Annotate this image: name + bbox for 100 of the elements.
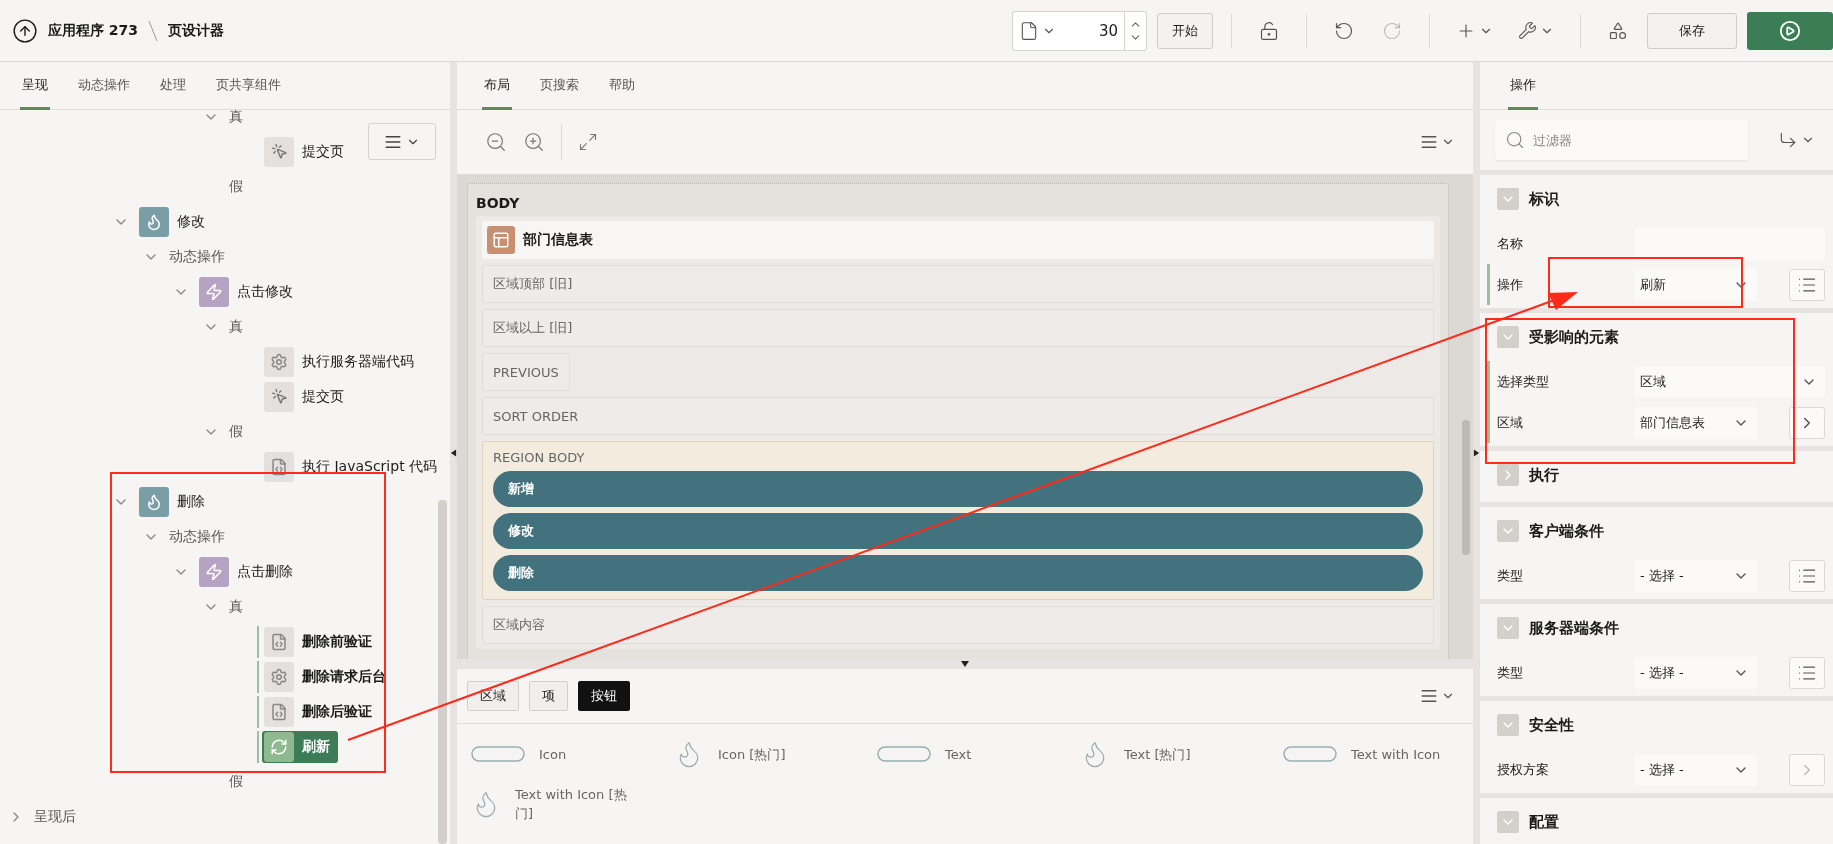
- section-toggle[interactable]: [1497, 617, 1519, 639]
- tab[interactable]: 项: [529, 681, 568, 711]
- tree-item[interactable]: 刷新: [262, 730, 338, 763]
- page-title: 页设计器: [168, 21, 225, 40]
- section-title: 服务器端条件: [1529, 618, 1619, 638]
- tab[interactable]: 按钮: [578, 681, 630, 711]
- region-header[interactable]: 部门信息表: [482, 221, 1434, 259]
- tree-item[interactable]: 假: [227, 415, 251, 448]
- tree-item[interactable]: 删除请求后台: [262, 660, 394, 693]
- field-label: 名称: [1497, 234, 1524, 253]
- filter-field[interactable]: 过滤器: [1495, 120, 1748, 160]
- select-field[interactable]: 部门信息表: [1634, 406, 1757, 439]
- expand-icon[interactable]: [578, 132, 598, 152]
- palette-item[interactable]: Text with Icon: [1351, 744, 1441, 764]
- tab[interactable]: 帮助: [607, 62, 637, 110]
- lightning-icon: [199, 276, 229, 307]
- tree-item[interactable]: 删除前验证: [262, 625, 380, 658]
- tab[interactable]: 页搜索: [538, 62, 581, 110]
- palette-item[interactable]: Text with Icon [热门]: [515, 785, 640, 823]
- palette-item[interactable]: Icon [热门]: [718, 744, 786, 764]
- page-button[interactable]: 删除: [493, 555, 1423, 591]
- pill-shape-icon[interactable]: [1283, 743, 1337, 765]
- save-button[interactable]: 保存: [1647, 12, 1737, 49]
- field-label: 类型: [1497, 663, 1524, 682]
- tree-item[interactable]: 修改: [137, 205, 213, 238]
- list-button[interactable]: [1789, 559, 1825, 592]
- tab[interactable]: 呈现: [20, 62, 50, 110]
- field-label: 操作: [1497, 275, 1524, 294]
- menu-icon: [1420, 687, 1438, 705]
- tab[interactable]: 操作: [1508, 62, 1538, 110]
- section-toggle[interactable]: [1497, 464, 1519, 486]
- text-field[interactable]: [1634, 227, 1825, 260]
- redo-icon: [1382, 20, 1402, 41]
- tree-item[interactable]: 点击删除: [197, 555, 301, 588]
- field-label: 类型: [1497, 566, 1524, 585]
- field-label: 授权方案: [1497, 760, 1550, 779]
- palette-item[interactable]: Text [热门]: [1124, 744, 1191, 764]
- tree-item[interactable]: 真: [227, 310, 251, 343]
- page-button[interactable]: 新增: [493, 471, 1423, 507]
- zoom-out-icon[interactable]: [485, 131, 507, 153]
- page-number-field[interactable]: 30: [1064, 10, 1124, 51]
- field-label: 选择类型: [1497, 372, 1550, 391]
- tree-item[interactable]: 删除后验证: [262, 695, 380, 728]
- tree-item[interactable]: 提交页: [262, 380, 352, 413]
- tab[interactable]: 页共享组件: [214, 62, 283, 110]
- select-field[interactable]: - 选择 -: [1634, 656, 1757, 689]
- section-toggle[interactable]: [1497, 811, 1519, 833]
- select-field[interactable]: 刷新: [1634, 268, 1757, 301]
- select-field[interactable]: - 选择 -: [1634, 559, 1757, 592]
- section-toggle[interactable]: [1497, 520, 1519, 542]
- tree-item[interactable]: 假: [227, 170, 251, 203]
- tree-item[interactable]: 提交页: [262, 135, 352, 168]
- tree-item[interactable]: 执行服务器端代码: [262, 345, 422, 378]
- tab[interactable]: 动态操作: [76, 62, 132, 110]
- page-button[interactable]: 修改: [493, 513, 1423, 549]
- tree-item[interactable]: 点击修改: [197, 275, 301, 308]
- scrollbar[interactable]: [1462, 420, 1470, 555]
- slot-label: REGION BODY: [493, 450, 586, 465]
- tree-item[interactable]: 呈现后: [32, 800, 84, 833]
- section-title: 配置: [1529, 812, 1559, 832]
- tree-item[interactable]: 假: [227, 765, 251, 798]
- lightning-icon: [199, 556, 229, 587]
- scrollbar[interactable]: [438, 500, 447, 844]
- go-button[interactable]: 开始: [1157, 12, 1213, 49]
- list-button[interactable]: [1789, 268, 1825, 301]
- region-slot: 区域顶部 [旧]: [482, 265, 1434, 303]
- list-button[interactable]: [1789, 656, 1825, 689]
- app-link[interactable]: 应用程序 273: [48, 21, 139, 40]
- page-type-button[interactable]: [1012, 10, 1064, 51]
- flame-icon: [139, 206, 169, 237]
- code-file-icon: [264, 696, 294, 727]
- palette-item[interactable]: Icon: [539, 744, 567, 764]
- code-file-icon: [264, 451, 294, 482]
- tab[interactable]: 布局: [482, 62, 512, 110]
- tree-item[interactable]: 删除: [137, 485, 213, 518]
- run-button[interactable]: [1747, 11, 1833, 50]
- menu-button[interactable]: [368, 123, 436, 160]
- tab[interactable]: 处理: [158, 62, 188, 110]
- tree-item[interactable]: 真: [227, 590, 251, 623]
- search-icon: [1505, 130, 1525, 150]
- undo-icon: [1334, 20, 1354, 41]
- section-title: 标识: [1529, 189, 1559, 209]
- region-title: 部门信息表: [523, 231, 593, 249]
- file-icon: [1019, 20, 1039, 41]
- container-label: BODY: [476, 194, 521, 213]
- section-toggle[interactable]: [1497, 326, 1519, 348]
- zoom-in-icon[interactable]: [523, 131, 545, 153]
- select-field[interactable]: - 选择 -: [1634, 753, 1757, 786]
- palette-item[interactable]: Text: [945, 744, 972, 764]
- section-toggle[interactable]: [1497, 714, 1519, 736]
- section-toggle[interactable]: [1497, 188, 1519, 210]
- select-field[interactable]: 区域: [1634, 365, 1825, 398]
- play-icon: [1779, 19, 1801, 42]
- tree-item[interactable]: 动态操作: [167, 520, 233, 553]
- tab[interactable]: 区域: [467, 681, 519, 711]
- pill-shape-icon[interactable]: [877, 743, 931, 765]
- tree-item[interactable]: 动态操作: [167, 240, 233, 273]
- corner-arrow-icon: [1778, 130, 1798, 150]
- go-button[interactable]: [1789, 406, 1825, 439]
- pill-shape-icon[interactable]: [471, 743, 525, 765]
